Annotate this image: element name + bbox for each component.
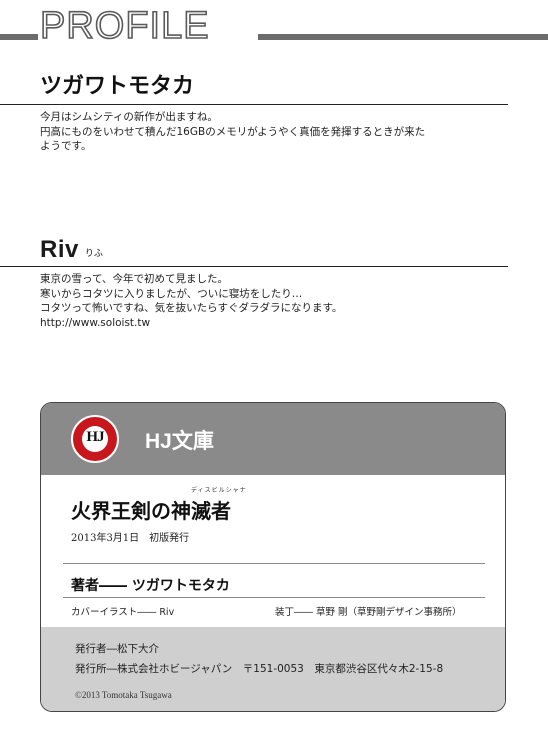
author-2-rule xyxy=(0,266,508,267)
author-1-line: 円高にものをいわせて積んだ16GBのメモリがようやく真価を発揮するときが来た xyxy=(40,125,426,138)
hj-bunko-logo: HJ xyxy=(71,415,119,463)
author-credit: 著者―― ツガワトモタカ xyxy=(71,578,230,594)
author-1-rule xyxy=(0,104,508,105)
author-2-bio: 東京の雪って、今年で初めて見ました。 寒いからコタツに入りましたが、ついに寝坊を… xyxy=(40,272,342,330)
credits-row: カバーイラスト―― Riv 装丁―― 草野 剛（草野剛デザイン事務所） xyxy=(71,604,481,618)
publisher-person: 発行者―松下大介 xyxy=(75,643,159,655)
publication-date: 2013年3月1日 初版発行 xyxy=(71,533,190,544)
author-1-line: ようです。 xyxy=(40,140,92,152)
separator xyxy=(63,563,485,564)
profile-header: PROFILE xyxy=(0,5,548,47)
author-1-bio: 今月はシムシティの新作が出ますね。 円高にものをいわせて積んだ16GBのメモリが… xyxy=(40,110,425,154)
author-2-url: http://www.soloist.tw xyxy=(40,316,151,329)
separator xyxy=(63,597,485,598)
cover-illustration-credit: カバーイラスト―― Riv xyxy=(71,607,175,618)
author-2-line: 東京の雪って、今年で初めて見ました。 xyxy=(40,273,228,285)
binding-credit: 装丁―― 草野 剛（草野剛デザイン事務所） xyxy=(275,607,462,618)
book-title: 火界王剣の神滅者 xyxy=(71,499,231,523)
logo-text: HJ xyxy=(86,429,104,445)
header-bar-right xyxy=(258,34,548,40)
author-2-reading: りふ xyxy=(84,249,103,259)
colophon-footer: 発行者―松下大介 発行所―株式会社ホビージャパン 〒151-0053 東京都渋谷… xyxy=(41,627,505,711)
copyright: ©2013 Tomotaka Tsugawa xyxy=(75,690,172,700)
publisher-company: 発行所―株式会社ホビージャパン 〒151-0053 東京都渋谷区代々木2-15-… xyxy=(75,663,444,675)
author-2-line: 寒いからコタツに入りましたが、ついに寝坊をしたり… xyxy=(40,287,303,300)
author-2-name-block: Riv りふ xyxy=(40,236,103,264)
header-bar-left xyxy=(0,34,38,40)
profile-title: PROFILE xyxy=(39,5,210,47)
book-title-ruby: ディスビルシャナ xyxy=(191,487,247,494)
colophon-box: HJ HJ文庫 ディスビルシャナ 火界王剣の神滅者 2013年3月1日 初版発行… xyxy=(40,402,506,712)
imprint-name: HJ文庫 xyxy=(145,430,214,453)
author-2-line: コタツって怖いですね、気を抜いたらすぐダラダラになります。 xyxy=(40,302,343,314)
author-1-name: ツガワトモタカ xyxy=(40,74,195,99)
author-1-name-block: ツガワトモタカ xyxy=(40,74,194,100)
colophon-header: HJ HJ文庫 xyxy=(41,403,505,475)
author-2-name: Riv xyxy=(40,236,79,263)
logo-inner-circle: HJ xyxy=(82,426,108,452)
author-1-line: 今月はシムシティの新作が出ますね。 xyxy=(40,111,218,123)
